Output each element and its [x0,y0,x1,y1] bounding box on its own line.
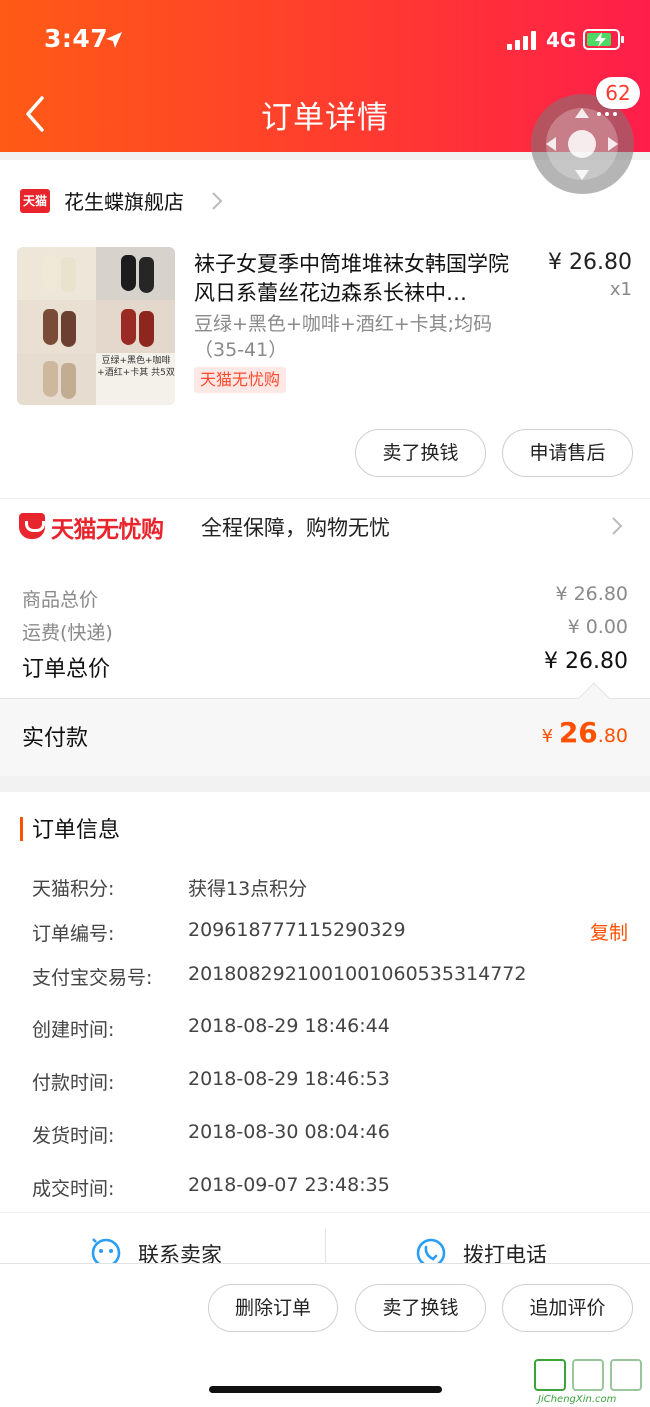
store-name[interactable]: 花生蝶旗舰店 [64,186,184,215]
order-total-value: ¥ 26.80 [544,649,628,674]
chat-bubble-icon [91,1238,121,1264]
info-value-order-number: 209618777115290329 [188,919,406,941]
location-arrow-icon [106,32,122,48]
amount-paid-value: ¥ 26.80 [542,716,628,749]
info-value-alipay-number: 2018082921001001060535314772 [188,963,527,985]
chevron-right-icon[interactable] [610,515,624,537]
goods-total-label: 商品总价 [22,589,99,611]
order-total-label: 订单总价 [22,657,111,682]
goods-total-value: ¥ 26.80 [555,583,628,605]
product-quantity: x1 [609,279,632,300]
worry-free-tag: 天猫无忧购 [194,367,287,393]
shield-icon [19,513,45,539]
info-value-paid: 2018-08-29 18:46:53 [188,1068,390,1090]
home-indicator[interactable] [209,1386,442,1393]
status-time: 3:47 [44,24,109,53]
battery-charging-icon [583,29,624,50]
watermark-text: JiChengXin.com [538,1394,617,1405]
info-label-completed: 成交时间: [32,1178,115,1200]
amount-paid-label: 实付款 [22,726,89,751]
chevron-right-icon[interactable] [210,190,224,212]
phone-icon [416,1238,446,1264]
info-label-shipped: 发货时间: [32,1125,115,1147]
contact-seller-label: 联系卖家 [138,1243,222,1264]
contact-seller-button[interactable]: 联系卖家 [0,1213,325,1264]
product-spec: 豆绿+黑色+咖啡+酒红+卡其;均码（35-41） [194,313,493,361]
info-label-order-number: 订单编号: [32,923,115,945]
info-label-alipay-number: 支付宝交易号: [32,967,153,989]
amount-decimal: .80 [597,725,628,747]
contact-row: 联系卖家 拨打电话 [0,1212,650,1264]
network-label: 4G [546,28,577,52]
guarantee-description: 全程保障，购物无忧 [201,516,390,540]
info-label-created: 创建时间: [32,1019,115,1041]
info-value-completed: 2018-09-07 23:48:35 [188,1174,390,1196]
amount-integer: 26 [558,716,598,749]
tmall-worry-free-logo: 天猫无忧购 [19,510,187,543]
product-price: ¥ 26.80 [548,250,632,275]
order-info-title: 订单信息 [32,818,121,843]
signal-icon [507,30,539,50]
call-phone-label: 拨打电话 [463,1243,547,1264]
section-accent-bar [20,817,23,841]
call-phone-button[interactable]: 拨打电话 [325,1213,650,1264]
product-image[interactable]: 豆绿+黑色+咖啡+酒红+卡其 共5双 [17,247,175,405]
delete-order-button[interactable]: 删除订单 [208,1284,338,1332]
tmall-store-icon: 天猫 [20,189,50,213]
request-after-sale-button[interactable]: 申请售后 [502,429,633,477]
info-label-points: 天猫积分: [32,878,115,900]
sell-for-cash-button[interactable]: 卖了换钱 [355,429,486,477]
info-value-shipped: 2018-08-30 08:04:46 [188,1121,390,1143]
info-value-created: 2018-08-29 18:46:44 [188,1015,390,1037]
shipping-label: 运费(快递) [22,622,113,644]
product-image-caption: 豆绿+黑色+咖啡+酒红+卡其 共5双 [97,356,175,378]
message-count-badge[interactable]: 62 [596,77,640,109]
currency-symbol: ¥ [541,726,559,747]
info-value-points: 获得13点积分 [188,878,308,900]
info-label-paid: 付款时间: [32,1072,115,1094]
sell-for-cash-bottom-button[interactable]: 卖了换钱 [355,1284,486,1332]
shipping-value: ¥ 0.00 [567,616,628,638]
assistive-touch-button[interactable] [531,94,634,194]
product-title[interactable]: 袜子女夏季中筒堆堆袜女韩国学院风日系蕾丝花边森系长袜中… [194,250,524,308]
add-review-button[interactable]: 追加评价 [502,1284,633,1332]
copy-button[interactable]: 复制 [590,918,628,945]
dpad-icon [546,108,618,180]
guarantee-logo-text: 天猫无忧购 [51,517,164,543]
